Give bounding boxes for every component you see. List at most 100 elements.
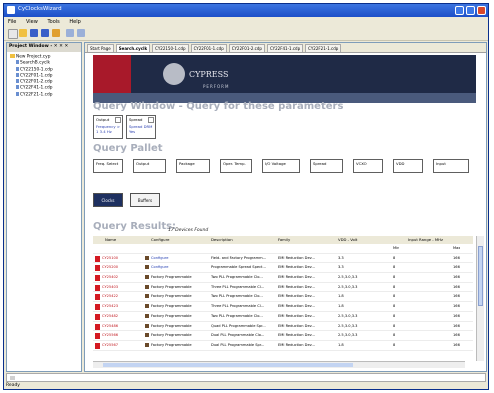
- tab-cy22f01-1[interactable]: CY22F01-1.cdp: [190, 44, 227, 52]
- configure-link[interactable]: Configure: [151, 265, 211, 269]
- clocks-button[interactable]: Clocks: [93, 193, 123, 207]
- table-row[interactable]: CY25402 Factory Programmable Two PLL Pro…: [93, 273, 473, 283]
- menu-help[interactable]: Help: [69, 19, 80, 25]
- file-icon: [16, 79, 19, 84]
- close-button[interactable]: [477, 6, 486, 15]
- app-window: CyClocksWizard File View Tools Help Proj…: [3, 3, 489, 390]
- vdd-cell: 1.8: [338, 342, 344, 347]
- device-name-link[interactable]: CY25567: [102, 343, 142, 347]
- min-cell: 8: [393, 333, 396, 338]
- device-icon: [95, 313, 100, 320]
- description-cell: Two PLL Programmable Clo...: [211, 313, 263, 318]
- tab-cy22f01-2[interactable]: CY22F01-2.cdp: [228, 44, 265, 52]
- menu-view[interactable]: View: [26, 19, 38, 25]
- pallet-vdd[interactable]: VDD: [393, 159, 423, 173]
- device-name-link[interactable]: CY25403: [102, 285, 142, 289]
- col-description[interactable]: Description: [211, 237, 233, 242]
- pallet-output[interactable]: Output: [133, 159, 166, 173]
- horizontal-scrollbar[interactable]: [93, 361, 465, 368]
- open-folder-icon[interactable]: [19, 29, 27, 37]
- minimize-button[interactable]: [455, 6, 464, 15]
- query-chip-spread[interactable]: Spread Spread DRM Yes: [126, 115, 156, 139]
- toolbar: [4, 27, 488, 41]
- scroll-thumb[interactable]: [478, 246, 483, 306]
- menu-file[interactable]: File: [8, 19, 16, 25]
- tab-cy22f41-1[interactable]: CY22F41-1.cdp: [266, 44, 304, 52]
- device-name-link[interactable]: CY25482: [102, 314, 142, 318]
- device-name-link[interactable]: CY25200: [102, 265, 142, 269]
- col-vdd[interactable]: VDD - Volt: [338, 237, 357, 242]
- device-name-link[interactable]: CY25422: [102, 294, 142, 298]
- device-icon: [95, 255, 100, 262]
- pallet-oper-temp[interactable]: Oper. Temp.: [220, 159, 252, 173]
- configure-cell: Factory Programmable: [151, 333, 192, 338]
- pallet-vcxo[interactable]: VCXO: [353, 159, 383, 173]
- pallet-freq-select[interactable]: Freq. Select: [93, 159, 123, 173]
- col-name[interactable]: Name: [105, 237, 116, 242]
- col-input-range[interactable]: Input Range - MHz: [408, 237, 443, 242]
- device-name-link[interactable]: CY25566: [102, 333, 142, 337]
- chip-value: Spread DRM Yes: [129, 124, 153, 134]
- tab-start-page[interactable]: Start Page: [87, 44, 114, 52]
- vertical-scrollbar[interactable]: [476, 236, 484, 361]
- family-cell: EMI Reduction Dev...: [278, 304, 315, 309]
- tab-search[interactable]: Search.cyclk: [115, 44, 151, 52]
- print-icon[interactable]: [52, 29, 60, 37]
- pallet-io-voltage[interactable]: I/O Voltage: [262, 159, 300, 173]
- family-cell: EMI Reduction Dev...: [278, 323, 315, 328]
- pallet-package[interactable]: Package: [176, 159, 210, 173]
- col-configure[interactable]: Configure: [151, 237, 169, 242]
- tab-cy22f21-1[interactable]: CY22F21-1.cdp: [305, 44, 342, 52]
- window-title: CyClocksWizard: [18, 6, 62, 12]
- folder-icon: [10, 54, 15, 58]
- table-row[interactable]: CY25486 Factory Programmable Quad PLL Pr…: [93, 322, 473, 332]
- query-chip-output[interactable]: Output Frequency > 1 3.4 Hz: [93, 115, 123, 139]
- device-icon: [95, 284, 100, 291]
- table-row[interactable]: CY25566 Factory Programmable Dual PLL Pr…: [93, 331, 473, 341]
- table-row[interactable]: CY25482 Factory Programmable Two PLL Pro…: [93, 312, 473, 322]
- device-name-link[interactable]: CY25423: [102, 304, 142, 308]
- configure-icon: [145, 333, 149, 338]
- vdd-cell: 1.8: [338, 304, 344, 309]
- buffers-button[interactable]: Buffers: [130, 193, 160, 207]
- max-cell: 166: [453, 333, 460, 338]
- remove-icon[interactable]: [148, 117, 154, 123]
- undo-icon[interactable]: [66, 29, 74, 37]
- save-icon[interactable]: [30, 29, 38, 37]
- status-bar: Ready: [6, 383, 20, 388]
- table-row[interactable]: CY25100 Configure Field- and Factory Pro…: [93, 254, 473, 264]
- new-file-icon[interactable]: [8, 29, 18, 39]
- device-name-link[interactable]: CY25486: [102, 324, 142, 328]
- col-family[interactable]: Family: [278, 237, 290, 242]
- description-cell: Quad PLL Programmable Spr...: [211, 323, 266, 328]
- redo-icon[interactable]: [77, 29, 85, 37]
- table-row[interactable]: CY25200 Configure Programmable Spread Sp…: [93, 263, 473, 274]
- min-cell: 8: [393, 265, 396, 270]
- subheader-row: Min Max: [93, 244, 473, 254]
- device-name-link[interactable]: CY25402: [102, 275, 142, 279]
- table-row[interactable]: CY25403 Factory Programmable Three PLL P…: [93, 283, 473, 293]
- save-all-icon[interactable]: [41, 29, 49, 37]
- table-row[interactable]: CY25422 Factory Programmable Two PLL Pro…: [93, 292, 473, 303]
- pallet-input[interactable]: Input: [433, 159, 469, 173]
- configure-cell: Factory Programmable: [151, 284, 192, 289]
- tree-item[interactable]: CY22F21-1.cdp: [10, 91, 78, 98]
- device-name-link[interactable]: CY25100: [102, 256, 142, 260]
- remove-icon[interactable]: [115, 117, 121, 123]
- maximize-button[interactable]: [466, 6, 475, 15]
- menu-tools[interactable]: Tools: [47, 19, 59, 25]
- vdd-cell: 2.5,3.0,3.3: [338, 323, 358, 328]
- cypress-banner: CYPRESS PERFORM: [93, 55, 476, 103]
- pallet-spread[interactable]: Spread: [310, 159, 343, 173]
- output-icon[interactable]: [10, 376, 15, 380]
- table-row[interactable]: CY25567 Factory Programmable Dual PLL Pr…: [93, 341, 473, 351]
- configure-link[interactable]: Configure: [151, 256, 211, 260]
- tab-cy22150-1[interactable]: CY22150-1.cdp: [152, 44, 189, 52]
- table-row[interactable]: CY25423 Factory Programmable Three PLL P…: [93, 302, 473, 312]
- file-icon: [16, 72, 19, 77]
- family-cell: EMI Reduction Dev...: [278, 313, 315, 318]
- configure-icon: [145, 304, 149, 309]
- configure-icon: [145, 265, 149, 270]
- scroll-thumb[interactable]: [103, 363, 353, 367]
- banner-accent: [93, 55, 131, 93]
